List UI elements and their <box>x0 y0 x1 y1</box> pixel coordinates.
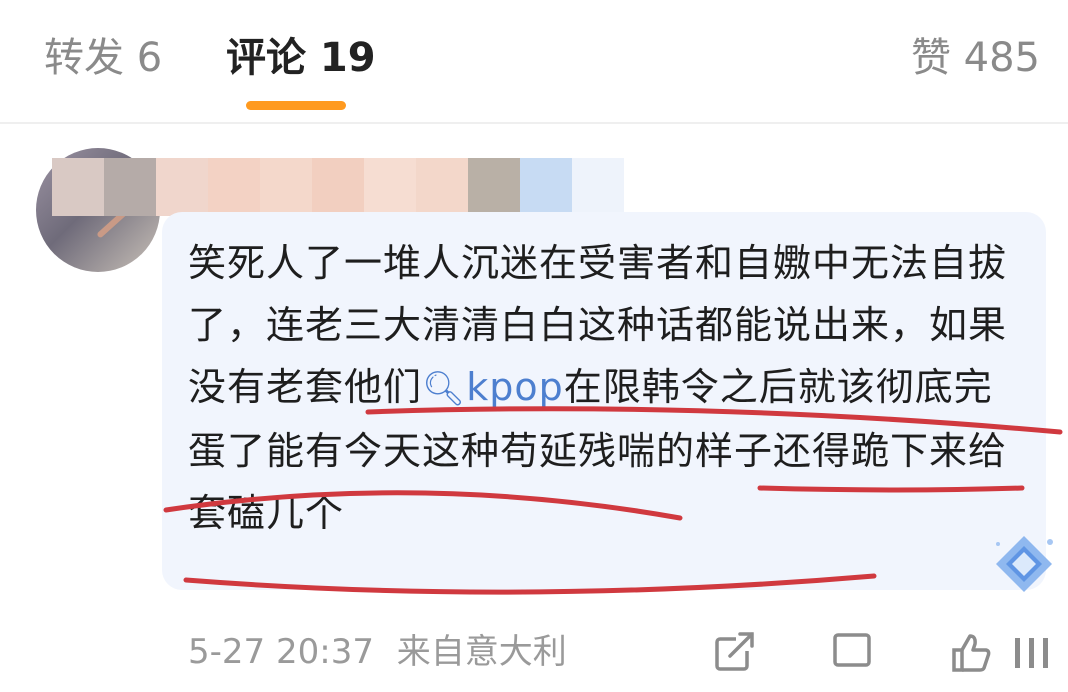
tab-comments[interactable]: 评论 19 <box>226 30 376 86</box>
tab-repost[interactable]: 转发 6 <box>44 30 162 86</box>
topic-link[interactable]: 🔍︎kpop <box>422 365 564 409</box>
comment-tabs: 转发 6 评论 19 赞 485 <box>0 0 1068 124</box>
comment-text: 笑死人了一堆人沉迷在受害者和自嫐中无法自拔了，连老三大清清白白这种话都能说出来，… <box>188 232 1018 544</box>
tab-likes[interactable]: 赞 485 <box>911 30 1040 86</box>
comment-timestamp: 5-27 20:37 <box>188 632 374 672</box>
more-icon <box>1015 638 1048 668</box>
comment-icon <box>833 633 871 667</box>
search-icon: 🔍︎ <box>422 369 467 409</box>
reply-button[interactable] <box>828 628 876 676</box>
like-button[interactable] <box>946 628 994 676</box>
thumbs-up-icon <box>952 634 991 672</box>
diamond-badge-icon <box>996 536 1053 592</box>
share-icon <box>715 632 754 671</box>
username-pixelated[interactable] <box>52 158 632 216</box>
share-button[interactable] <box>710 628 758 676</box>
comment-source: 来自意大利 <box>396 632 567 672</box>
comment-meta: 5-27 20:37 来自意大利 <box>188 628 567 676</box>
more-button[interactable] <box>1006 628 1056 676</box>
active-tab-indicator <box>246 101 346 110</box>
topic-link-text: kpop <box>466 365 564 409</box>
